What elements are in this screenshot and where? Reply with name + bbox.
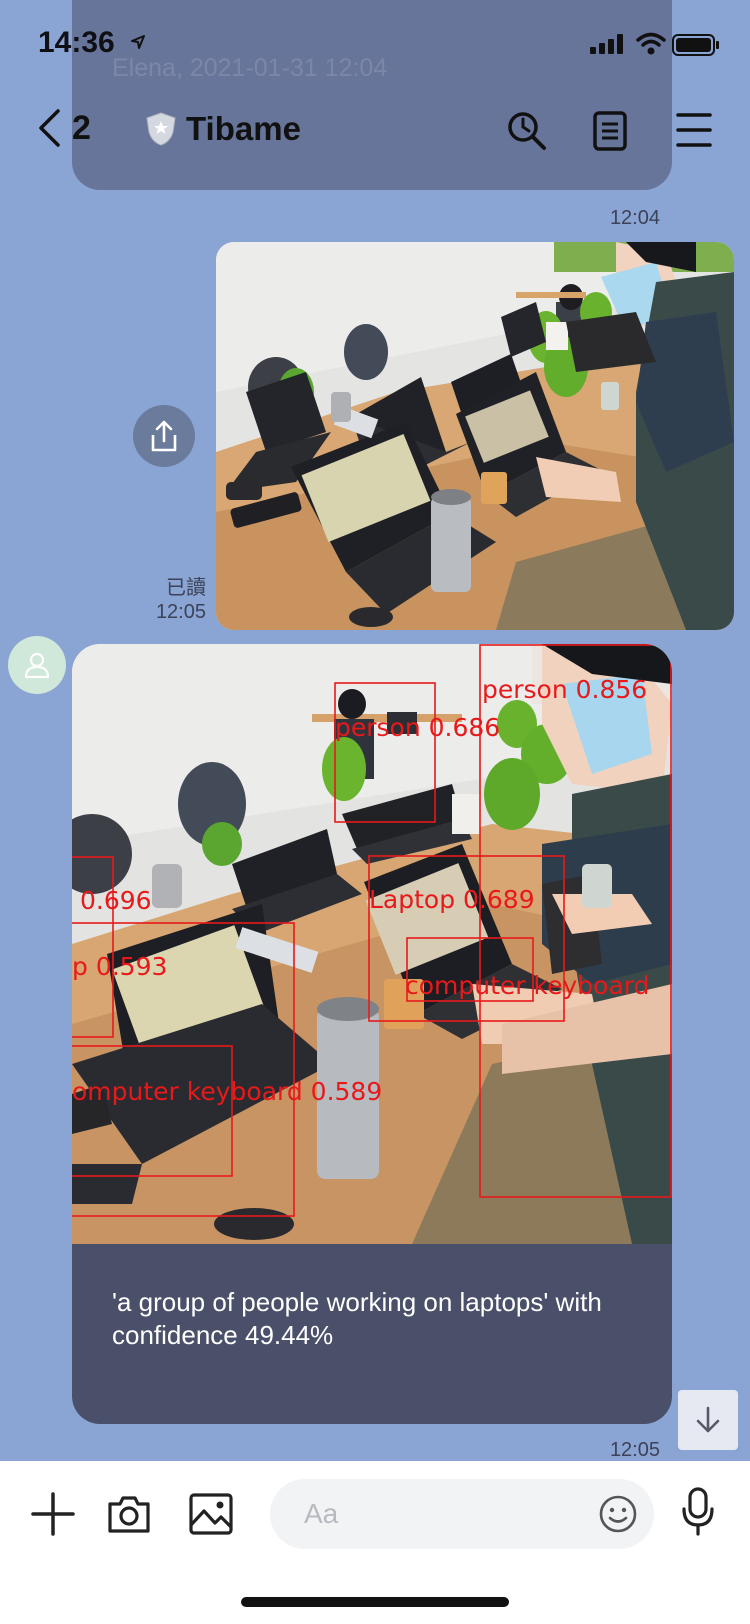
- shield-star-icon: [146, 112, 176, 146]
- read-status: 已讀: [166, 577, 206, 599]
- battery-icon: [672, 34, 719, 56]
- detection-label: Laptop 0.689: [369, 885, 535, 914]
- share-button[interactable]: [133, 405, 195, 467]
- detection-label: 0.696: [80, 886, 152, 915]
- detection-label: person 0.856: [482, 675, 647, 704]
- hamburger-menu-icon[interactable]: [676, 110, 712, 150]
- arrow-down-icon: [696, 1406, 720, 1433]
- user-avatar-icon: [24, 652, 50, 679]
- search-icon[interactable]: [506, 110, 548, 152]
- unread-count: 2: [72, 108, 91, 147]
- home-indicator: [241, 1597, 509, 1607]
- back-button[interactable]: 2: [36, 108, 91, 148]
- chat-header: 2 Tibame: [0, 96, 750, 168]
- classroom-photo: [216, 242, 734, 630]
- wifi-icon: [636, 32, 666, 55]
- chevron-left-icon: [39, 109, 60, 147]
- plus-icon[interactable]: [30, 1491, 76, 1537]
- message-text-field[interactable]: [302, 1497, 586, 1531]
- message-time: 12:04: [609, 207, 660, 229]
- cellular-signal-icon: [590, 34, 623, 54]
- detection-label: omputer keyboard 0.589: [72, 1077, 382, 1106]
- detection-label: p 0.593: [72, 952, 167, 981]
- detection-result-image: person 0.856 person 0.686 0.696 Laptop 0…: [72, 644, 672, 1244]
- detection-label: computer keyboard: [405, 971, 649, 1000]
- chat-title-area[interactable]: Tibame: [146, 110, 301, 148]
- reply-message-bubble[interactable]: person 0.856 person 0.686 0.696 Laptop 0…: [72, 644, 672, 1424]
- detection-label: person 0.686: [335, 713, 500, 742]
- chat-title: Tibame: [186, 110, 301, 147]
- reply-time: 12:05: [609, 1439, 660, 1461]
- sent-photo[interactable]: [216, 242, 734, 630]
- caption-text: 'a group of people working on laptops' w…: [112, 1287, 602, 1350]
- notes-icon[interactable]: [592, 110, 628, 152]
- scroll-down-button[interactable]: [678, 1390, 738, 1450]
- emoji-icon[interactable]: [598, 1494, 638, 1534]
- status-bar: 14:36: [0, 0, 750, 80]
- message-input[interactable]: [270, 1479, 654, 1549]
- image-icon[interactable]: [188, 1491, 234, 1537]
- message-input-bar: [0, 1461, 750, 1624]
- share-icon: [151, 420, 177, 452]
- camera-icon[interactable]: [106, 1491, 152, 1537]
- user-avatar[interactable]: [8, 636, 66, 694]
- status-time: 14:36: [38, 26, 115, 59]
- location-arrow-icon: [131, 35, 145, 49]
- sent-photo-time: 12:05: [155, 601, 206, 623]
- microphone-icon[interactable]: [680, 1487, 716, 1537]
